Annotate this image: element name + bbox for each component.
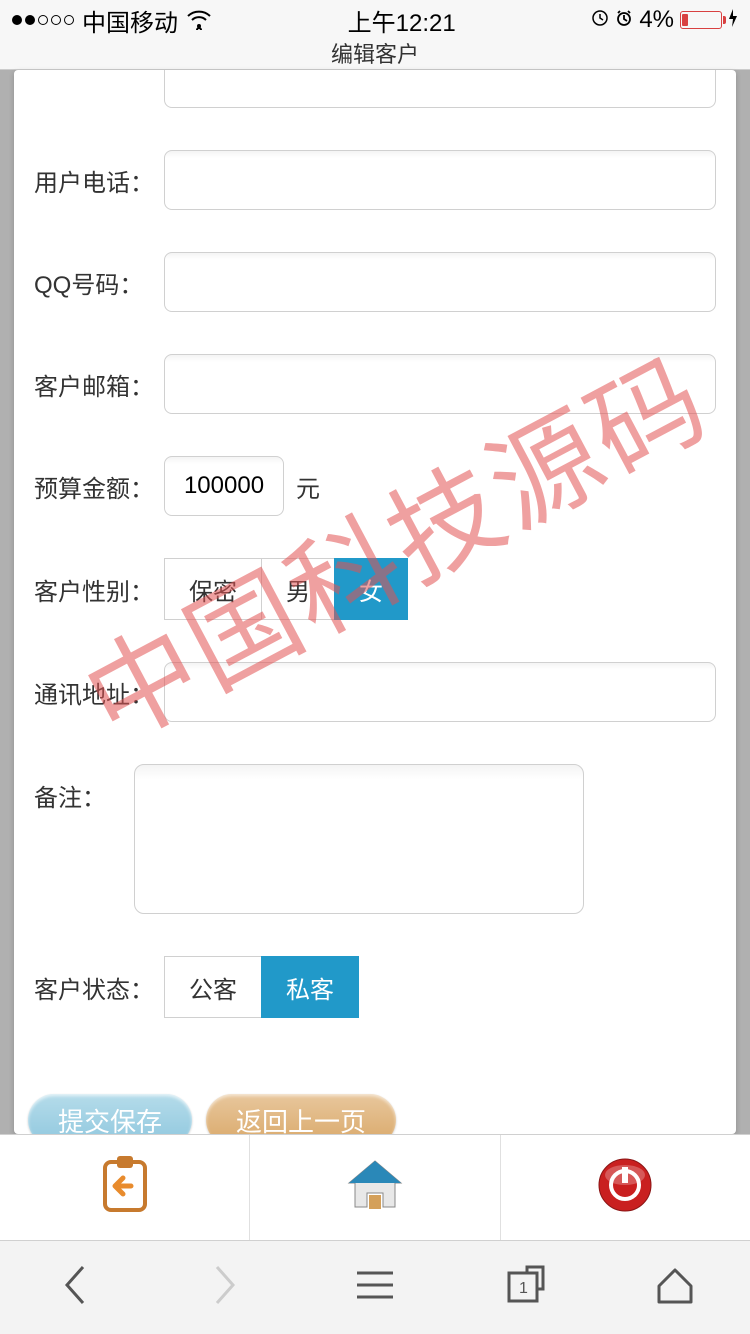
page-title: 编辑客户 [0,40,750,70]
nav-menu[interactable] [351,1264,399,1312]
status-public-button[interactable]: 公客 [164,956,262,1018]
status-segment: 公客 私客 [164,956,359,1018]
tabs-icon: 1 [505,1265,545,1310]
carrier-label: 中国移动 [82,3,178,38]
row-remarks: 备注： [34,764,716,914]
action-buttons: 提交保存 返回上一页 [14,1082,736,1134]
tab-power[interactable] [501,1135,750,1240]
submit-button[interactable]: 提交保存 [28,1094,192,1134]
status-right: 4% [591,6,738,34]
gender-label: 客户性别： [34,572,164,607]
row-budget: 预算金额： 元 [34,456,716,516]
signal-icon [12,15,74,25]
budget-label: 预算金额： [34,469,164,504]
home-icon [343,1155,407,1220]
gender-male-button[interactable]: 男 [261,558,335,620]
nav-tabs[interactable]: 1 [501,1264,549,1312]
qq-label: QQ号码： [34,265,164,300]
phone-label: 用户电话： [34,163,164,198]
status-private-button[interactable]: 私客 [261,956,359,1018]
chevron-right-icon [211,1263,239,1312]
home-outline-icon [655,1266,695,1309]
browser-nav: 1 [0,1240,750,1334]
back-button[interactable]: 返回上一页 [206,1094,396,1134]
remarks-input[interactable] [134,764,584,914]
bottom-tabs [0,1134,750,1240]
gender-segment: 保密 男 女 [164,558,408,620]
budget-unit: 元 [296,469,320,504]
row-unknown-top [34,70,716,108]
qq-input[interactable] [164,252,716,312]
battery-icon [680,11,722,29]
nav-forward[interactable] [201,1264,249,1312]
chevron-left-icon [61,1263,89,1312]
alarm-icon [615,6,633,34]
gender-secret-button[interactable]: 保密 [164,558,262,620]
status-bar: 中国移动 上午12:21 4% [0,0,750,40]
row-status: 客户状态： 公客 私客 [34,956,716,1018]
row-address: 通讯地址： [34,662,716,722]
svg-text:1: 1 [519,1280,528,1297]
row-gender: 客户性别： 保密 男 女 [34,558,716,620]
budget-input[interactable] [164,456,284,516]
status-time: 上午12:21 [348,3,456,38]
email-input[interactable] [164,354,716,414]
wifi-icon [186,10,212,30]
row-email: 客户邮箱： [34,354,716,414]
clipboard-icon [97,1154,153,1221]
battery-pct: 4% [639,6,674,34]
email-label: 客户邮箱： [34,367,164,402]
gender-female-button[interactable]: 女 [334,558,408,620]
power-icon [597,1157,653,1218]
row-phone: 用户电话： [34,150,716,210]
row-qq: QQ号码： [34,252,716,312]
charging-icon [728,6,738,34]
tab-clipboard[interactable] [0,1135,250,1240]
tab-home[interactable] [250,1135,500,1240]
form-card: 用户电话： QQ号码： 客户邮箱： 预算金额： 元 客户性别： 保密 男 女 通… [14,70,736,1134]
nav-back[interactable] [51,1264,99,1312]
address-input[interactable] [164,662,716,722]
top-partial-input[interactable] [164,70,716,108]
rotation-lock-icon [591,6,609,34]
nav-home[interactable] [651,1264,699,1312]
status-left: 中国移动 [12,3,212,38]
status-label: 客户状态： [34,970,164,1005]
address-label: 通讯地址： [34,675,164,710]
phone-input[interactable] [164,150,716,210]
menu-icon [355,1269,395,1306]
